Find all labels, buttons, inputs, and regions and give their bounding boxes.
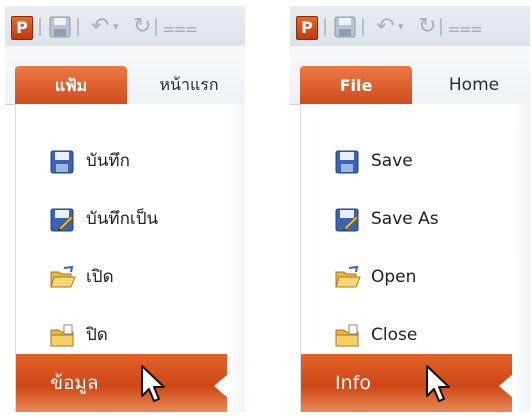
tab-file[interactable]: แฟ้ม <box>15 66 127 105</box>
toolbar-separator <box>440 18 442 36</box>
toolbar-separator <box>77 18 79 36</box>
undo-icon[interactable]: ↶ <box>376 16 398 38</box>
mouse-cursor-icon <box>425 364 453 404</box>
backstage-panel-english: P ↶ ▾ ↻ ⩶ File Home Save Save As Open Cl… <box>290 6 530 412</box>
close-folder-icon <box>50 324 74 348</box>
menu-item-save[interactable]: บันทึก <box>16 136 228 188</box>
ribbon-tab-bar: แฟ้ม หน้าแรก <box>5 46 245 105</box>
backstage-menu: บันทึก บันทึกเป็น เปิด ปิด ข้อมูล <box>15 104 228 412</box>
menu-item-info[interactable]: Info <box>301 354 513 412</box>
menu-item-label: บันทึก <box>86 151 130 171</box>
menu-item-label: ปิด <box>86 325 108 345</box>
quick-access-toolbar: P ↶ ▾ ↻ ⩶ <box>290 6 530 46</box>
customize-qat-icon[interactable]: ⩶ <box>448 16 482 38</box>
powerpoint-logo-icon[interactable]: P <box>296 16 318 40</box>
save-as-icon <box>50 208 74 232</box>
toolbar-separator <box>39 18 41 36</box>
open-folder-icon <box>335 265 361 290</box>
save-icon <box>335 150 359 174</box>
menu-item-label: Open <box>371 267 417 287</box>
menu-item-save-as[interactable]: Save As <box>301 194 513 246</box>
menu-item-label: Save <box>371 151 413 171</box>
customize-qat-icon[interactable]: ⩶ <box>163 16 197 38</box>
tab-home[interactable]: Home <box>418 66 530 104</box>
toolbar-separator <box>362 18 364 36</box>
menu-item-save-as[interactable]: บันทึกเป็น <box>16 194 228 246</box>
backstage-panel-thai: P ↶ ▾ ↻ ⩶ แฟ้ม หน้าแรก บันทึก บันทึกเป็น <box>5 6 245 412</box>
close-folder-icon <box>335 324 359 348</box>
menu-item-label: Save As <box>371 209 439 229</box>
menu-item-label: บันทึกเป็น <box>86 209 159 229</box>
backstage-menu: Save Save As Open Close Info <box>300 104 513 412</box>
quick-access-toolbar: P ↶ ▾ ↻ ⩶ <box>5 6 245 46</box>
redo-icon[interactable]: ↻ <box>418 16 440 38</box>
selection-notch <box>499 374 513 398</box>
save-icon[interactable] <box>49 16 71 38</box>
undo-dropdown-icon[interactable]: ▾ <box>398 16 420 38</box>
tab-home[interactable]: หน้าแรก <box>133 66 245 104</box>
toolbar-separator <box>324 18 326 36</box>
content-edge <box>227 104 245 412</box>
powerpoint-logo-icon[interactable]: P <box>11 16 33 40</box>
toolbar-separator <box>155 18 157 36</box>
menu-item-open[interactable]: เปิด <box>16 252 228 304</box>
redo-icon[interactable]: ↻ <box>133 16 155 38</box>
open-folder-icon <box>50 265 76 290</box>
undo-dropdown-icon[interactable]: ▾ <box>113 16 135 38</box>
menu-item-save[interactable]: Save <box>301 136 513 188</box>
undo-icon[interactable]: ↶ <box>91 16 113 38</box>
menu-item-label: Close <box>371 325 418 345</box>
selection-notch <box>214 374 228 398</box>
save-icon <box>50 150 74 174</box>
tab-file[interactable]: File <box>300 66 412 105</box>
ribbon-tab-bar: File Home <box>290 46 530 105</box>
menu-item-open[interactable]: Open <box>301 252 513 304</box>
mouse-cursor-icon <box>140 364 168 404</box>
menu-item-label: ข้อมูล <box>50 372 99 394</box>
menu-item-label: Info <box>335 372 371 394</box>
save-icon[interactable] <box>334 16 356 38</box>
menu-item-info[interactable]: ข้อมูล <box>16 354 228 412</box>
save-as-icon <box>335 208 359 232</box>
content-edge <box>512 104 530 412</box>
menu-item-label: เปิด <box>86 267 114 287</box>
